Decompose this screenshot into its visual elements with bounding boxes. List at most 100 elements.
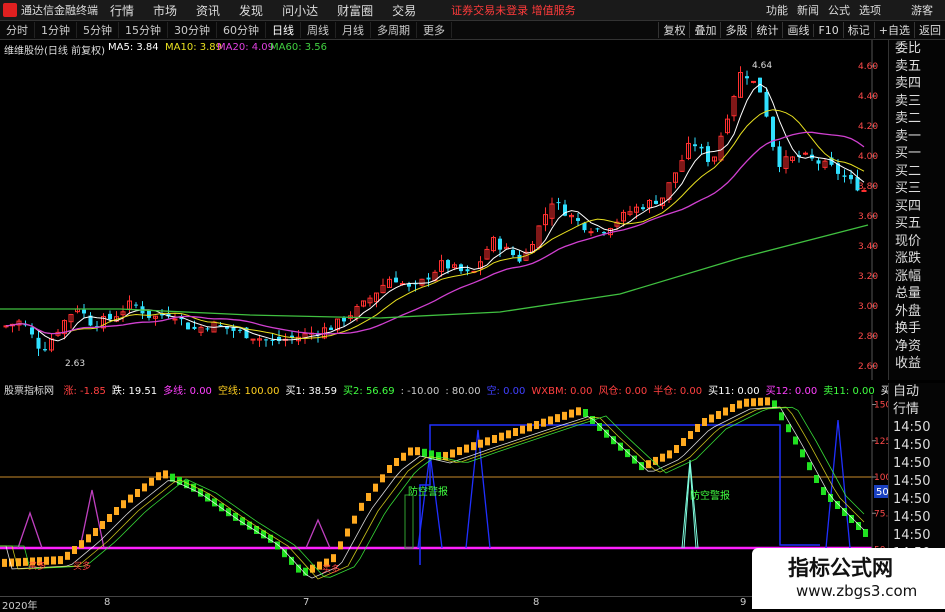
indicator-block	[380, 474, 385, 483]
title-bar: 通达信金融终端 行情 市场 资讯 发现 问小达 财富圈 交易 证券交易未登录 增…	[0, 0, 945, 21]
quote-field-10: 买五	[895, 216, 922, 231]
app-name: 通达信金融终端	[21, 4, 98, 17]
candle-down	[745, 76, 749, 79]
quote-field-7: 买二	[895, 163, 922, 179]
quote-field-2: 卖四	[895, 76, 922, 91]
side-tab-2[interactable]: 14:50	[889, 419, 945, 437]
add-watchlist-button[interactable]: +自选	[873, 22, 914, 38]
period-60min[interactable]: 60分钟	[217, 22, 266, 38]
period-15min[interactable]: 15分钟	[119, 22, 168, 38]
indicator-block	[2, 558, 7, 567]
side-tab-7[interactable]: 14:50	[889, 509, 945, 527]
app-logo-icon	[3, 3, 17, 17]
indicator-block	[807, 462, 812, 471]
menu-xuanxiang[interactable]: 选项	[859, 2, 881, 18]
menu-faxian[interactable]: 发现	[239, 2, 263, 19]
watermark-title: 指标公式网	[788, 556, 893, 580]
side-tab-8[interactable]: 14:50	[889, 527, 945, 545]
price-tick-7: 3.20	[858, 272, 878, 282]
side-tab-0[interactable]: 自动	[889, 383, 945, 401]
indicator-label-11: 半仓: 0.00	[653, 386, 703, 395]
candle-down	[108, 313, 112, 320]
indicator-block	[457, 447, 462, 456]
candle-up	[172, 318, 178, 321]
price-tick-8: 3.00	[858, 302, 878, 312]
side-tab-6[interactable]: 14:50	[889, 491, 945, 509]
biaoji-button[interactable]: 标记	[842, 22, 874, 38]
tongji-button[interactable]: 统计	[751, 22, 782, 38]
current-value: 50.58	[876, 487, 888, 498]
indicator-label-0: 涨: -1.85	[63, 386, 106, 395]
indicator-block	[107, 514, 112, 522]
candle-down	[238, 329, 242, 331]
candle-down	[147, 310, 151, 318]
menu-hangqing[interactable]: 行情	[110, 2, 134, 19]
menu-zixun[interactable]: 资讯	[196, 2, 220, 19]
f10-button[interactable]: F10	[813, 23, 842, 37]
period-daily[interactable]: 日线	[266, 22, 301, 38]
indicator-block	[79, 540, 84, 549]
candle-down	[465, 269, 470, 272]
candlestick-chart[interactable]: 4.64 2.63 4.60 4.40 4.20 4.00 3.80 3.60 3.40 3.…	[0, 40, 888, 380]
price-tick-1: 4.40	[858, 92, 878, 102]
diejia-button[interactable]: 叠加	[689, 22, 720, 38]
period-monthly[interactable]: 月线	[336, 22, 371, 38]
ma20-line	[5, 131, 865, 335]
period-fenshi[interactable]: 分时	[0, 22, 35, 38]
guest-label[interactable]: 游客	[911, 2, 933, 18]
period-30min[interactable]: 30分钟	[168, 22, 217, 38]
x-label-2: 7	[303, 597, 310, 608]
side-tab-3[interactable]: 14:50	[889, 437, 945, 455]
x-label-3: 8	[533, 597, 540, 608]
quote-field-9: 买四	[895, 198, 922, 214]
indicator-block	[555, 414, 560, 423]
indicator-block	[576, 407, 581, 416]
menu-wenxiaoda[interactable]: 问小达	[282, 2, 318, 19]
indicator-label-14: 卖11: 0.00	[823, 386, 875, 395]
period-5min[interactable]: 5分钟	[77, 22, 119, 38]
candle-down	[134, 304, 138, 306]
candle-down	[842, 175, 847, 177]
period-weekly[interactable]: 周线	[301, 22, 336, 38]
indicator-block	[275, 541, 280, 550]
login-warning[interactable]: 证券交易未登录 增值服务	[451, 2, 576, 18]
indicator-block	[485, 437, 490, 446]
ind-tick-2: 100.00	[874, 473, 888, 483]
duogu-button[interactable]: 多股	[720, 22, 751, 38]
candle-down	[641, 207, 645, 210]
indicator-block	[751, 398, 756, 407]
candle-down	[556, 202, 561, 204]
quote-field-16: 换手	[895, 321, 922, 336]
indicator-block	[520, 425, 525, 434]
back-button[interactable]: 返回	[914, 22, 945, 38]
candle-down	[205, 328, 210, 330]
ind-tick-1: 125.00	[874, 437, 888, 447]
side-tab-5[interactable]: 14:50	[889, 473, 945, 491]
menu-jiaoyi[interactable]: 交易	[392, 2, 416, 19]
menu-shichang[interactable]: 市场	[153, 2, 177, 19]
indicator-label-1: 跌: 19.51	[111, 386, 158, 395]
side-tab-1[interactable]: 行情	[889, 401, 945, 419]
fuquan-button[interactable]: 复权	[658, 22, 689, 38]
side-tab-4[interactable]: 14:50	[889, 455, 945, 473]
period-multi[interactable]: 多周期	[371, 22, 417, 38]
indicator-block	[569, 409, 574, 418]
indicator-label-9: WXBM: 0.00	[531, 386, 593, 395]
indicator-block	[765, 397, 770, 406]
price-tick-5: 3.60	[858, 212, 878, 222]
quote-field-4: 卖二	[895, 111, 922, 126]
menu-caifuquan[interactable]: 财富圈	[337, 2, 373, 19]
menu-gongshi[interactable]: 公式	[828, 2, 850, 18]
quote-field-14: 总量	[895, 286, 922, 301]
menu-gongneng[interactable]: 功能	[766, 2, 788, 18]
quote-field-1: 卖五	[895, 58, 922, 74]
menu-xinwen[interactable]: 新闻	[797, 2, 819, 18]
period-more[interactable]: 更多	[417, 22, 452, 38]
indicator-label-8: 空: 0.00	[486, 386, 526, 395]
indicator-block	[72, 546, 77, 554]
ma60-line	[0, 224, 869, 319]
huaxian-button[interactable]: 画线	[782, 22, 813, 38]
price-tick-3: 4.00	[858, 152, 878, 162]
indicator-name[interactable]: 股票指标网	[4, 386, 54, 395]
period-1min[interactable]: 1分钟	[35, 22, 77, 38]
